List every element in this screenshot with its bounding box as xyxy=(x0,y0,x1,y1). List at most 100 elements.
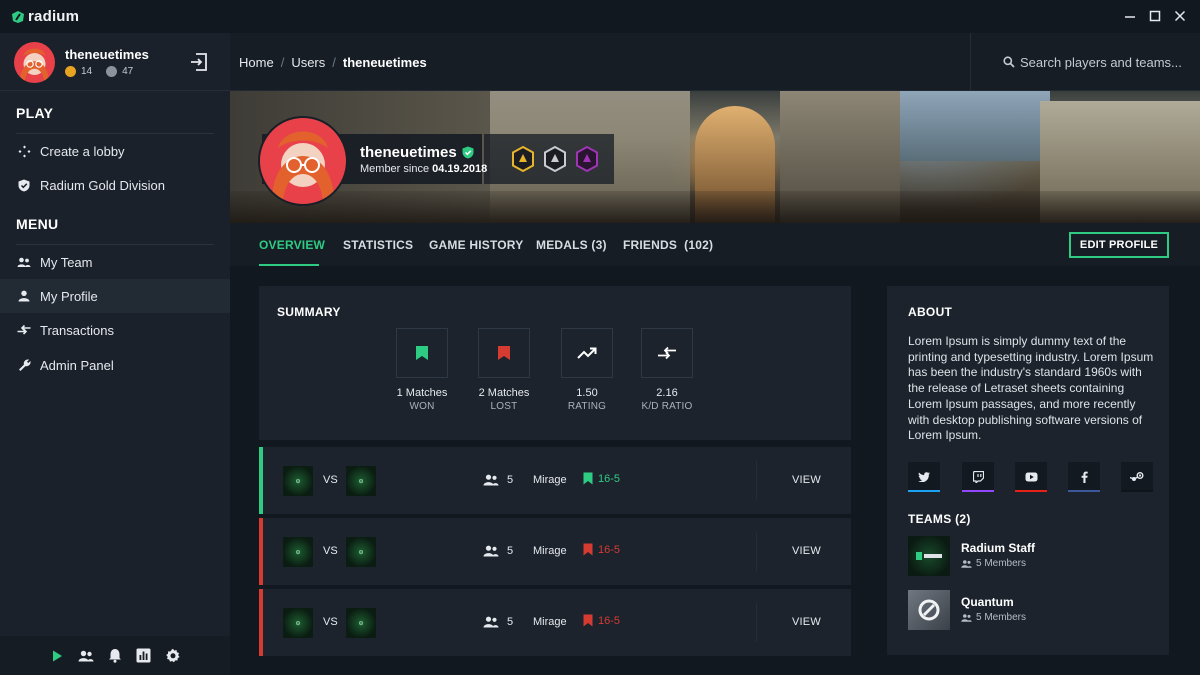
sidebar-item-label: Create a lobby xyxy=(40,143,125,159)
verified-shield-icon xyxy=(462,146,474,159)
bookmark-red-icon xyxy=(583,614,593,627)
user-box: theneuetimes 14 47 xyxy=(0,33,230,91)
tab-medals[interactable]: MEDALS (3) xyxy=(536,238,607,252)
members-icon xyxy=(961,613,972,622)
players-icon xyxy=(483,474,499,486)
steam-icon xyxy=(1130,472,1144,481)
result-bar xyxy=(259,589,263,656)
match-row[interactable]: ⊙ VS ⊙ 5 Mirage 16-5 VIEW xyxy=(259,447,851,514)
social-twitter[interactable] xyxy=(908,462,940,492)
vs-label: VS xyxy=(323,474,338,486)
view-match-button[interactable]: VIEW xyxy=(792,474,821,486)
match-row[interactable]: ⊙ VS ⊙ 5 Mirage 16-5 VIEW xyxy=(259,518,851,585)
about-card: ABOUT Lorem Ipsum is simply dummy text o… xyxy=(887,286,1169,655)
tab-overview[interactable]: OVERVIEW xyxy=(259,238,325,252)
breadcrumb-users[interactable]: Users xyxy=(291,55,325,70)
map-name: Mirage xyxy=(533,545,567,557)
minimize-icon[interactable] xyxy=(1122,8,1138,24)
avatar[interactable] xyxy=(14,42,55,83)
bell-icon[interactable] xyxy=(108,648,122,663)
tab-game-history[interactable]: GAME HISTORY xyxy=(429,238,523,252)
logout-icon[interactable] xyxy=(189,52,209,72)
stat-label: LOST xyxy=(490,401,518,412)
social-youtube[interactable] xyxy=(1015,462,1047,492)
result-bar xyxy=(259,447,263,514)
sidebar-item-my-profile[interactable]: My Profile xyxy=(0,279,230,313)
sidebar-item-transactions[interactable]: Transactions xyxy=(0,313,230,347)
breadcrumb-home[interactable]: Home xyxy=(239,55,274,70)
tab-statistics[interactable]: STATISTICS xyxy=(343,238,413,252)
summary-title: SUMMARY xyxy=(277,305,341,319)
radium-logo-icon xyxy=(916,552,942,560)
silver-medal-icon[interactable] xyxy=(544,146,566,172)
stats-icon[interactable] xyxy=(136,648,151,663)
view-match-button[interactable]: VIEW xyxy=(792,616,821,628)
quantum-logo-icon xyxy=(918,599,940,621)
bookmark-green-icon xyxy=(416,346,428,360)
menu-section-title: MENU xyxy=(16,216,59,232)
breadcrumb-current: theneuetimes xyxy=(342,55,427,70)
bookmark-red-icon xyxy=(583,543,593,556)
view-match-button[interactable]: VIEW xyxy=(792,545,821,557)
team-item-quantum[interactable]: Quantum 5 Members xyxy=(908,590,1148,630)
twitter-icon xyxy=(918,472,930,482)
match-score: 16-5 xyxy=(583,472,620,485)
social-twitch[interactable] xyxy=(962,462,994,492)
players-icon xyxy=(483,545,499,557)
active-tab-indicator xyxy=(259,264,319,266)
players-icon xyxy=(483,616,499,628)
app-logo: radium xyxy=(11,8,79,25)
radium-logo-icon xyxy=(12,10,24,23)
purple-medal-icon[interactable] xyxy=(576,146,598,172)
edit-profile-button[interactable]: EDIT PROFILE xyxy=(1069,232,1169,258)
teams-title: TEAMS (2) xyxy=(908,512,971,526)
sidebar-item-my-team[interactable]: My Team xyxy=(0,245,230,279)
facebook-icon xyxy=(1081,471,1088,483)
user-coins: 14 47 xyxy=(65,66,133,77)
profile-tabs: OVERVIEW STATISTICS GAME HISTORY MEDALS … xyxy=(230,223,1200,266)
match-score: 16-5 xyxy=(583,614,620,627)
tab-friends[interactable]: FRIENDS (102) xyxy=(623,238,713,252)
settings-icon[interactable] xyxy=(165,648,181,664)
sidebar-item-label: My Profile xyxy=(40,288,98,304)
player-count: 5 xyxy=(483,616,513,628)
app-brand: radium xyxy=(28,8,80,25)
sidebar-item-gold-division[interactable]: Radium Gold Division xyxy=(0,168,230,202)
gold-medal-icon[interactable] xyxy=(512,146,534,172)
person-icon xyxy=(17,289,31,303)
play-section-title: PLAY xyxy=(16,105,54,121)
sidebar-item-label: Admin Panel xyxy=(40,357,114,373)
member-since-date: 04.19.2018 xyxy=(432,163,488,175)
match-row[interactable]: ⊙ VS ⊙ 5 Mirage 16-5 VIEW xyxy=(259,589,851,656)
stat-label: RATING xyxy=(567,401,607,412)
result-bar xyxy=(259,518,263,585)
close-icon[interactable] xyxy=(1172,8,1188,24)
social-steam[interactable] xyxy=(1121,462,1153,492)
maximize-icon[interactable] xyxy=(1147,8,1163,24)
sidebar-footer xyxy=(0,636,230,675)
member-since: Member since 04.19.2018 xyxy=(360,163,488,175)
team-logo: ⊙ xyxy=(283,537,313,567)
search-icon xyxy=(1003,56,1015,68)
stat-label: WON xyxy=(409,401,435,412)
search-input[interactable] xyxy=(1020,54,1200,70)
profile-name: theneuetimes xyxy=(360,144,457,161)
swap-arrows-icon xyxy=(658,346,676,360)
bookmark-red-icon xyxy=(498,346,510,360)
search-box[interactable] xyxy=(970,33,1200,91)
stat-lost: 2 Matches LOST xyxy=(464,328,544,412)
profile-name-row: theneuetimes xyxy=(360,144,474,161)
sidebar-item-admin-panel[interactable]: Admin Panel xyxy=(0,348,230,382)
social-facebook[interactable] xyxy=(1068,462,1100,492)
top-bar: Home / Users / theneuetimes xyxy=(230,33,1200,91)
team-members: 5 Members xyxy=(961,612,1026,623)
friends-icon[interactable] xyxy=(78,649,94,663)
stat-value: 2.16 xyxy=(656,387,678,399)
team-item-radium-staff[interactable]: Radium Staff 5 Members xyxy=(908,536,1148,576)
vs-label: VS xyxy=(323,616,338,628)
sidebar-item-create-lobby[interactable]: Create a lobby xyxy=(0,134,230,168)
shield-icon xyxy=(17,178,31,192)
map-name: Mirage xyxy=(533,474,567,486)
play-icon[interactable] xyxy=(50,649,64,663)
wrench-icon xyxy=(17,358,31,372)
